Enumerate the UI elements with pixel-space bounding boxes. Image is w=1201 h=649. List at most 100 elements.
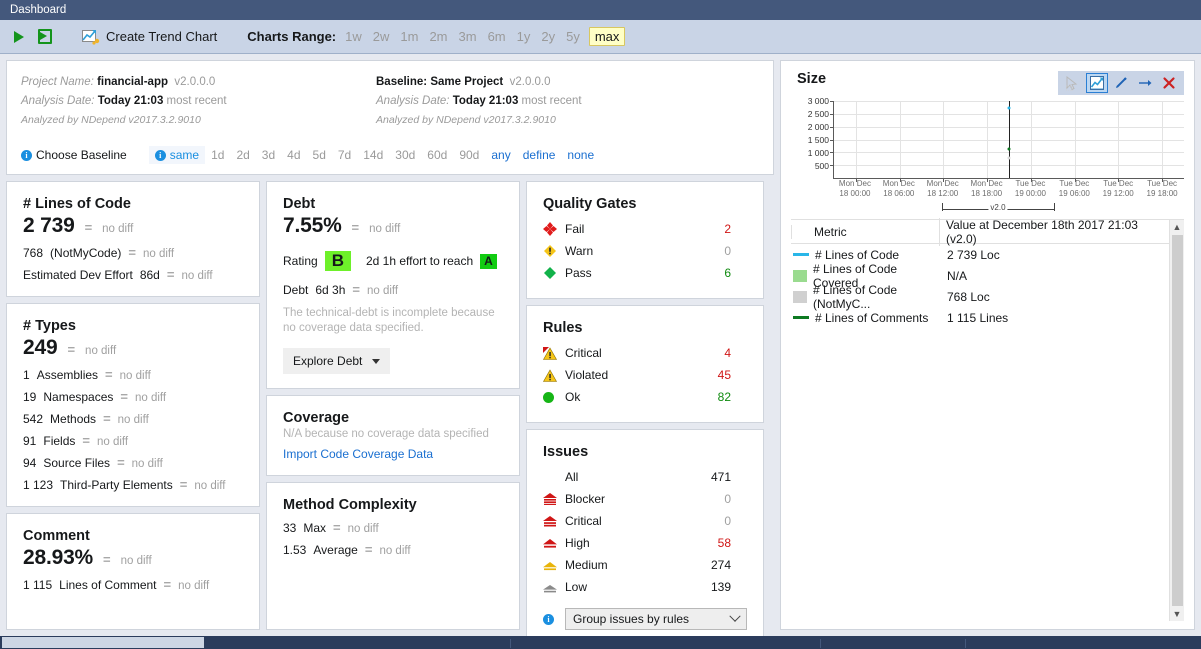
pointer-icon[interactable] — [1062, 73, 1084, 93]
baseline-option-4d[interactable]: 4d — [281, 146, 306, 164]
issues-value: 471 — [710, 470, 731, 484]
range-5y[interactable]: 5y — [564, 28, 582, 45]
rules-label: Ok — [565, 390, 581, 404]
legend-metric-name: # Lines of Comments — [815, 310, 929, 325]
scrollbar-thumb[interactable] — [2, 637, 204, 648]
play-icon[interactable] — [6, 24, 32, 50]
issues-row[interactable]: Medium 274 — [543, 554, 747, 576]
debt-amount-diff: no diff — [366, 285, 399, 297]
range-2y[interactable]: 2y — [539, 28, 557, 45]
rules-row[interactable]: Ok 82 — [543, 386, 747, 408]
close-icon[interactable] — [1158, 73, 1180, 93]
legend-row[interactable]: # Lines of Code (NotMyC... 768 Loc — [791, 283, 1169, 311]
equals-icon: = — [163, 577, 172, 592]
issues-label: Low — [565, 580, 588, 594]
coverage-title: Coverage — [283, 410, 350, 426]
equals-icon: = — [128, 245, 136, 260]
baseline-option-3d[interactable]: 3d — [256, 146, 281, 164]
equals-icon: = — [179, 477, 188, 492]
chart-icon[interactable] — [1086, 73, 1108, 93]
explore-debt-button[interactable]: Explore Debt — [283, 348, 391, 374]
baseline-option-14d[interactable]: 14d — [357, 146, 389, 164]
scroll-up-icon[interactable]: ▲ — [1173, 220, 1182, 234]
range-1w[interactable]: 1w — [343, 28, 364, 45]
import-coverage-link[interactable]: Import Code Coverage Data — [283, 447, 503, 461]
group-issues-select[interactable]: Group issues by rules — [565, 608, 747, 630]
charts-range-group: Charts Range: 1w 2w 1m 2m 3m 6m 1y 2y 5y… — [247, 27, 626, 46]
tab-dashboard[interactable]: Dashboard — [8, 1, 77, 19]
debt-title: Debt — [283, 196, 316, 212]
legend-row[interactable]: # Lines of Comments 1 115 Lines — [791, 307, 1169, 328]
equals-icon: = — [117, 455, 125, 470]
complexity-max-label: Max — [303, 521, 327, 535]
lines-of-comment-label: Lines of Comment — [59, 578, 157, 592]
warning-icon — [543, 368, 565, 382]
baseline-option-define[interactable]: define — [517, 146, 562, 164]
issues-value: 274 — [710, 558, 731, 572]
issues-row[interactable]: Critical 0 — [543, 510, 747, 532]
horizontal-scrollbar[interactable] — [0, 636, 1201, 649]
chart-plot[interactable] — [830, 101, 1184, 182]
arrow-right-icon[interactable] — [1134, 73, 1156, 93]
baseline-option-1d[interactable]: 1d — [205, 146, 230, 164]
quality-gate-row[interactable]: Pass 6 — [543, 262, 747, 284]
third-party-count: 1 123 — [23, 478, 54, 492]
rules-row[interactable]: Violated 45 — [543, 364, 747, 386]
range-6m[interactable]: 6m — [486, 28, 508, 45]
equals-icon: = — [103, 411, 111, 426]
types-panel: # Types 249 = no diff 1 Assemblies = no … — [6, 303, 260, 507]
baseline-option-90d[interactable]: 90d — [453, 146, 485, 164]
range-max[interactable]: max — [588, 27, 626, 46]
size-chart-plot-area: 3 000 2 500 2 000 1 500 1 000 500 — [791, 96, 1184, 182]
baseline-option-7d[interactable]: 7d — [332, 146, 357, 164]
ok-circle-icon — [543, 391, 565, 403]
baseline-option-same[interactable]: i same — [148, 146, 206, 164]
issues-row[interactable]: Blocker 0 — [543, 488, 747, 510]
equals-icon: = — [333, 520, 341, 535]
create-trend-chart-button[interactable]: Create Trend Chart — [82, 29, 217, 45]
quality-gate-row[interactable]: Warn 0 — [543, 240, 747, 262]
quality-gate-row[interactable]: Fail 2 — [543, 218, 747, 240]
y-tick-label: 500 — [814, 160, 829, 171]
issues-label: High — [565, 536, 590, 550]
baseline-option-60d[interactable]: 60d — [421, 146, 453, 164]
range-1m[interactable]: 1m — [398, 28, 420, 45]
scrollbar-thumb[interactable] — [1171, 235, 1183, 606]
baseline-option-5d[interactable]: 5d — [307, 146, 332, 164]
issues-row[interactable]: Low 139 — [543, 576, 747, 598]
issues-row[interactable]: All 471 — [543, 466, 747, 488]
namespaces-diff: no diff — [134, 392, 167, 404]
issues-row[interactable]: High 58 — [543, 532, 747, 554]
baseline-column: Baseline: Same Project v2.0.0.0 Analysis… — [376, 73, 759, 130]
baseline-option-none[interactable]: none — [561, 146, 600, 164]
range-1y[interactable]: 1y — [515, 28, 533, 45]
equals-icon: = — [82, 433, 90, 448]
range-2m[interactable]: 2m — [427, 28, 449, 45]
metric-row: 19 Namespaces = no diff — [23, 389, 243, 404]
project-version: v2.0.0.0 — [174, 76, 216, 88]
choose-baseline-button[interactable]: i Choose Baseline — [21, 148, 127, 162]
range-3m[interactable]: 3m — [457, 28, 479, 45]
metrics-area: # Lines of Code 2 739 = no diff 768 (Not… — [6, 181, 774, 645]
edit-icon[interactable] — [1110, 73, 1132, 93]
export-icon[interactable] — [32, 24, 58, 50]
quality-gates-title: Quality Gates — [543, 196, 637, 212]
scroll-down-icon[interactable]: ▼ — [1173, 607, 1182, 621]
severity-medium-icon — [543, 559, 565, 571]
size-chart-title: Size — [797, 71, 827, 87]
range-2w[interactable]: 2w — [371, 28, 392, 45]
baseline-option-30d[interactable]: 30d — [389, 146, 421, 164]
data-point-lines-notmycode — [1007, 156, 1011, 160]
rules-row[interactable]: Critical 4 — [543, 342, 747, 364]
y-tick-label: 2 000 — [807, 121, 829, 132]
y-tick-label: 3 000 — [807, 96, 829, 106]
baseline-option-any[interactable]: any — [485, 146, 516, 164]
baseline-option-2d[interactable]: 2d — [230, 146, 255, 164]
issues-value: 58 — [717, 536, 731, 550]
metrics-column-1: # Lines of Code 2 739 = no diff 768 (Not… — [6, 181, 260, 630]
chart-version-span: v2.0 — [833, 201, 1184, 217]
equals-icon: = — [67, 342, 76, 357]
metric-row: 542 Methods = no diff — [23, 411, 243, 426]
legend-metric-name: # Lines of Code (NotMyC... — [813, 282, 898, 311]
legend-vertical-scrollbar[interactable]: ▲ ▼ — [1169, 220, 1184, 621]
